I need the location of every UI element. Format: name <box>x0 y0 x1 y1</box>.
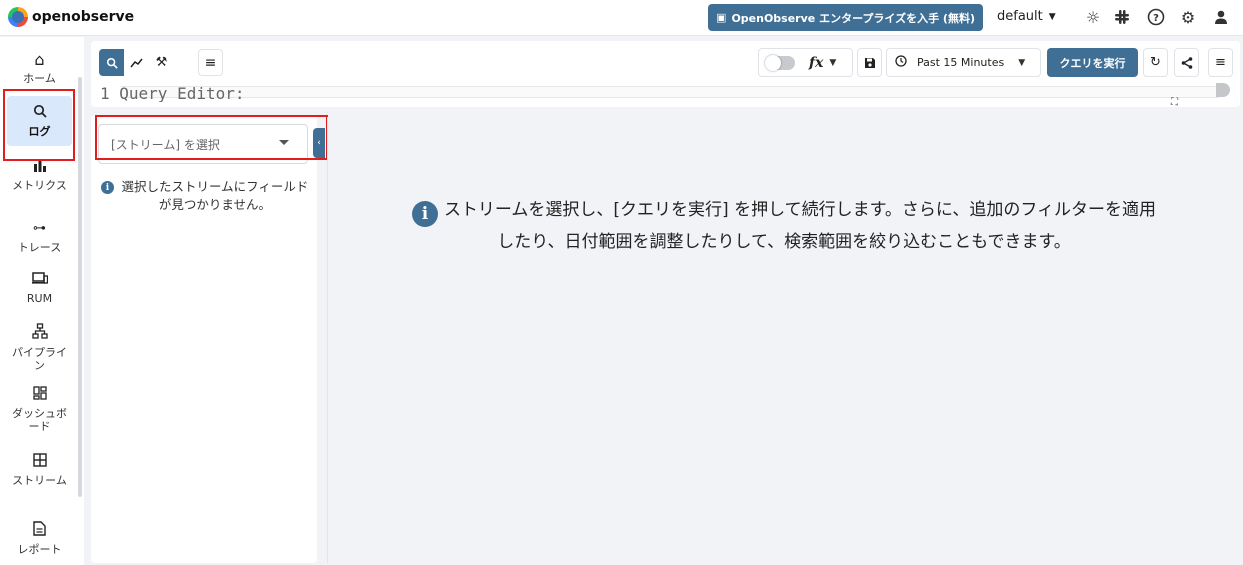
top-header: openobserve ▣ OpenObserve エンタープライズを入手 (無… <box>0 0 1243 36</box>
brand-name: openobserve <box>32 9 135 25</box>
org-select[interactable]: default ▼ <box>997 9 1056 24</box>
nav-label: RUM <box>26 292 53 305</box>
nav-label: パイプライン <box>12 346 67 372</box>
slack-icon[interactable] <box>1111 6 1133 28</box>
no-fields-message: i 選択したストリームにフィールドが見つかりません。 <box>101 178 311 214</box>
refresh-icon[interactable]: ↻ <box>1143 48 1168 77</box>
home-icon: ⌂ <box>34 50 45 69</box>
editor-scroll-handle[interactable] <box>1216 83 1230 97</box>
time-range-value: Past 15 Minutes <box>917 56 1005 69</box>
nav-item-streams[interactable]: ストリーム <box>7 453 72 487</box>
openobserve-logo-icon <box>8 7 28 27</box>
logs-highlight-box <box>3 89 75 161</box>
devices-icon <box>31 271 48 289</box>
chevron-down-icon: ▼ <box>1048 11 1056 22</box>
no-fields-text: 選択したストリームにフィールドが見つかりません。 <box>121 179 309 212</box>
briefcase-icon: ▣ <box>716 11 727 24</box>
more-menu-button[interactable]: ≡ <box>1208 48 1233 77</box>
visualize-button[interactable] <box>124 49 149 76</box>
chevron-down-icon: ▼ <box>1018 57 1026 68</box>
info-icon: i <box>101 181 114 194</box>
tools-button[interactable]: ⚒ <box>149 49 174 76</box>
nav-item-home[interactable]: ⌂ ホーム <box>7 50 72 86</box>
stream-highlight-box <box>95 115 328 160</box>
trace-icon: ⊶ <box>33 221 46 236</box>
help-icon[interactable]: ? <box>1145 6 1167 28</box>
toolbar-menu-button[interactable]: ≡ <box>198 49 223 76</box>
function-toggle[interactable] <box>765 54 795 71</box>
collapse-panel-button[interactable]: ‹ <box>313 128 325 158</box>
nav-label: レポート <box>17 543 62 556</box>
stream-panel: [ストリーム] を選択 i 選択したストリームにフィールドが見つかりません。 <box>91 115 317 563</box>
search-mode-toggle: ⚒ <box>99 49 174 76</box>
dashboard-icon <box>32 386 47 404</box>
gear-icon[interactable]: ⚙ <box>1177 6 1199 28</box>
sun-icon[interactable]: ☼ <box>1082 6 1104 28</box>
get-enterprise-label: OpenObserve エンタープライズを入手 (無料) <box>731 11 975 25</box>
nav-item-metrics[interactable]: メトリクス <box>7 158 72 192</box>
nav-item-traces[interactable]: ⊶ トレース <box>7 220 72 254</box>
grid-icon <box>32 453 47 471</box>
empty-state-text: ストリームを選択し、[クエリを実行] を押して続行します。さらに、追加のフィルタ… <box>443 200 1157 252</box>
nav-label: ホーム <box>23 72 56 85</box>
nav-label: メトリクス <box>12 179 67 192</box>
nav-item-reports[interactable]: レポート <box>7 521 72 556</box>
fx-icon[interactable]: fx <box>809 55 823 71</box>
svg-text:?: ? <box>1153 13 1159 24</box>
results-panel: i ストリームを選択し、[クエリを実行] を押して続行します。さらに、追加のフィル… <box>327 117 1240 563</box>
nav-scrollbar[interactable] <box>78 77 82 497</box>
run-query-button[interactable]: クエリを実行 <box>1047 48 1138 77</box>
nav-item-rum[interactable]: RUM <box>7 271 72 305</box>
user-icon[interactable] <box>1210 6 1232 28</box>
get-enterprise-button[interactable]: ▣ OpenObserve エンタープライズを入手 (無料) <box>708 4 983 31</box>
empty-state-message: i ストリームを選択し、[クエリを実行] を押して続行します。さらに、追加のフィル… <box>404 195 1164 258</box>
nav-item-pipelines[interactable]: パイプライン <box>7 323 72 372</box>
query-panel: ⚒ ≡ fx ▼ Past 15 Minutes ▼ クエリを実行 ↻ ≡ 1 … <box>91 41 1240 108</box>
query-editor-label: 1 Query Editor: <box>100 84 245 102</box>
query-editor-input[interactable] <box>121 86 1219 98</box>
nav-item-dashboards[interactable]: ダッシュボード <box>7 386 72 433</box>
clock-icon <box>895 55 907 70</box>
nav-label: ストリーム <box>12 474 67 487</box>
document-icon <box>33 521 46 540</box>
share-icon[interactable] <box>1174 48 1199 77</box>
time-range-select[interactable]: Past 15 Minutes ▼ <box>886 48 1041 77</box>
function-controls: fx ▼ <box>758 48 853 77</box>
nav-label: トレース <box>17 241 62 254</box>
search-mode-button[interactable] <box>99 49 124 76</box>
info-icon: i <box>411 201 438 227</box>
brand-logo[interactable]: openobserve <box>8 7 134 27</box>
save-button[interactable] <box>857 48 882 77</box>
org-value: default <box>997 9 1043 24</box>
pipeline-icon <box>31 323 48 343</box>
nav-label: ダッシュボード <box>12 407 67 433</box>
fullscreen-icon[interactable]: ⛶ <box>1171 97 1178 108</box>
chevron-down-icon[interactable]: ▼ <box>829 58 836 68</box>
